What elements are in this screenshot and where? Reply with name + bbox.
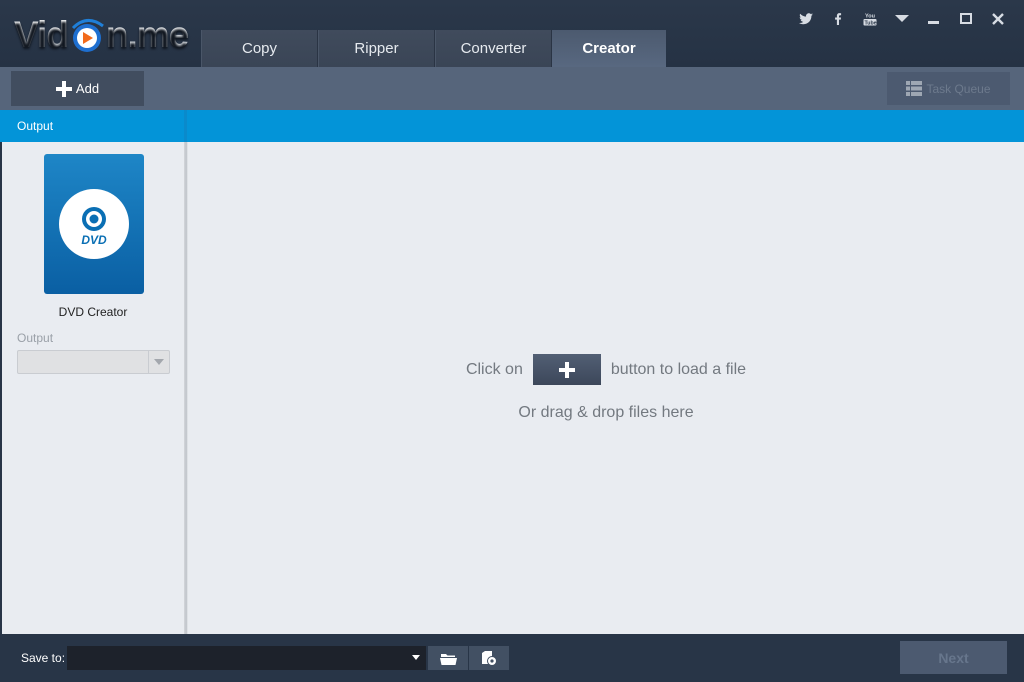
hint-suffix: button to load a file — [610, 360, 747, 378]
app-window: Vid n.me Copy Ripper Converter Creator Y… — [0, 0, 1024, 682]
disc-file-icon — [482, 650, 497, 666]
load-file-button[interactable] — [532, 354, 601, 385]
twitter-icon[interactable] — [790, 9, 822, 29]
close-icon[interactable] — [982, 9, 1014, 29]
svg-text:You: You — [865, 14, 875, 20]
plus-icon — [55, 80, 72, 97]
drag-drop-hint: Or drag & drop files here — [518, 404, 694, 421]
logo-play-icon — [69, 18, 105, 54]
minimize-icon[interactable] — [918, 9, 950, 29]
tab-copy[interactable]: Copy — [201, 30, 318, 67]
vidon-logo: Vid n.me — [14, 12, 189, 58]
menu-dropdown-icon[interactable] — [886, 9, 918, 29]
module-tabs: Copy Ripper Converter Creator — [201, 30, 666, 67]
tab-converter[interactable]: Converter — [435, 30, 552, 67]
tab-creator[interactable]: Creator — [552, 30, 666, 67]
output-label: Output — [17, 331, 54, 345]
folder-icon — [439, 653, 457, 665]
title-bar: Vid n.me Copy Ripper Converter Creator Y… — [0, 0, 1024, 67]
add-button-label: Add — [75, 81, 100, 96]
open-output-button[interactable] — [469, 646, 509, 670]
toolbar: Add Task Queue — [0, 67, 1024, 110]
dvd-creator-card[interactable]: DVD — [44, 154, 144, 294]
facebook-icon[interactable] — [822, 9, 854, 29]
panel-header-bar: Output — [0, 110, 1024, 142]
browse-folder-button[interactable] — [428, 646, 468, 670]
drop-area[interactable]: Click on button to load a file Or drag &… — [188, 142, 1024, 634]
logo-text-left: Vid — [14, 14, 69, 55]
task-queue-button[interactable]: Task Queue — [887, 72, 1010, 105]
logo-text-right: n.me — [105, 14, 189, 55]
save-to-label: Save to: — [21, 651, 66, 665]
tab-ripper[interactable]: Ripper — [318, 30, 435, 67]
svg-text:Tube: Tube — [865, 20, 877, 26]
output-header-label: Output — [17, 119, 54, 133]
left-panel: DVD DVD Creator Output — [2, 142, 184, 634]
chevron-down-icon[interactable] — [148, 351, 169, 373]
next-button[interactable]: Next — [900, 641, 1007, 674]
dvd-icon-text: DVD — [81, 233, 107, 247]
maximize-icon[interactable] — [950, 9, 982, 29]
add-button[interactable]: Add — [11, 71, 144, 106]
youtube-icon[interactable]: You Tube — [854, 9, 886, 29]
window-controls: You Tube — [790, 9, 1014, 29]
list-icon — [906, 81, 923, 96]
output-select[interactable] — [17, 350, 170, 374]
save-to-input[interactable] — [67, 646, 426, 670]
task-queue-label: Task Queue — [926, 81, 991, 96]
plus-icon — [558, 361, 575, 378]
dvd-creator-label: DVD Creator — [58, 305, 128, 319]
dvd-disc-icon: DVD — [59, 189, 129, 259]
bottom-bar: Save to: Next — [0, 634, 1024, 682]
load-hint: Click on button to load a file — [188, 354, 1024, 385]
header-separator — [184, 110, 187, 142]
hint-prefix: Click on — [465, 360, 523, 378]
chevron-down-icon[interactable] — [412, 655, 420, 660]
